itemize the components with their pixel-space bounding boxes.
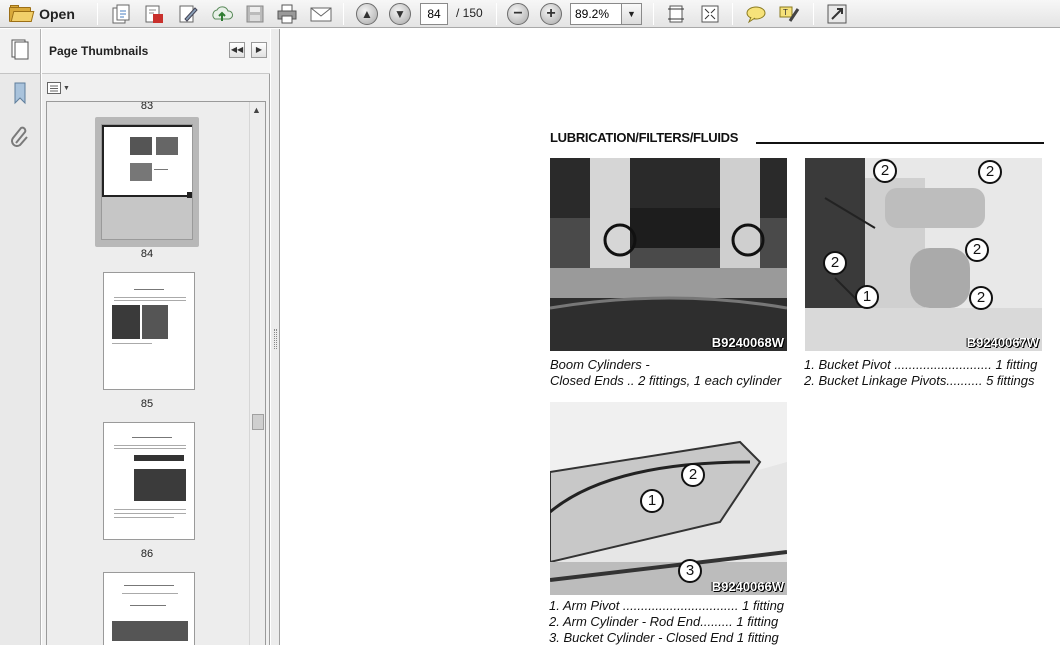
- callout-marker: 1: [640, 489, 664, 513]
- next-page-button[interactable]: ▼: [387, 2, 413, 26]
- figure-code: B9240068W: [711, 335, 784, 350]
- thumbnail-page-number: 85: [140, 398, 154, 410]
- expand-arrows-icon: [701, 5, 719, 23]
- speech-bubble-icon: [746, 6, 766, 24]
- thumbnails-panel: Page Thumbnails ◀◀ ▶ ▼ 83 84 85 86 ▲: [42, 29, 270, 645]
- callout-marker: 2: [681, 463, 705, 487]
- bookmarks-panel-button[interactable]: [9, 81, 31, 105]
- document-view[interactable]: LUBRICATION/FILTERS/FLUIDS B9240068W Boo…: [281, 29, 1060, 645]
- callout-marker: 3: [678, 559, 702, 583]
- folder-icon: [9, 5, 35, 23]
- page-number-input[interactable]: 84: [420, 3, 448, 25]
- print-button[interactable]: [274, 2, 300, 26]
- zoom-out-button[interactable]: −: [505, 2, 531, 26]
- thumbnail-scrollbar[interactable]: ▲: [249, 102, 265, 645]
- envelope-icon: [310, 7, 332, 22]
- grip-handle[interactable]: [274, 329, 277, 349]
- callout-marker: 2: [978, 160, 1002, 184]
- panel-splitter[interactable]: [271, 29, 280, 645]
- attachments-panel-button[interactable]: [9, 125, 31, 149]
- section-heading: LUBRICATION/FILTERS/FLUIDS: [550, 130, 739, 145]
- thumbnail-options-button[interactable]: ▼: [47, 80, 73, 96]
- arrow-down-icon: ▼: [389, 3, 411, 25]
- chevron-down-icon: ▼: [63, 84, 70, 92]
- rail-header: [0, 29, 41, 74]
- thumbnail-page-87[interactable]: [103, 572, 195, 645]
- figure-caption: 1. Bucket Pivot ........................…: [804, 357, 1038, 372]
- figure-caption: Closed Ends .. 2 fittings, 1 each cylind…: [550, 373, 782, 388]
- page-total-label: / 150: [456, 6, 483, 20]
- fit-page-icon: [668, 5, 684, 23]
- edit-pdf-button[interactable]: [175, 2, 201, 26]
- plus-icon: +: [540, 3, 562, 25]
- save-button[interactable]: [243, 2, 267, 26]
- create-pdf-icon: [112, 4, 130, 24]
- save-disk-icon: [246, 5, 264, 23]
- create-pdf-button[interactable]: [108, 2, 134, 26]
- collapse-panel-button[interactable]: ◀◀: [229, 42, 245, 58]
- pages-icon: [11, 39, 29, 60]
- figure-photo-boom-cylinders: B9240068W: [550, 158, 787, 351]
- pages-panel-button[interactable]: [9, 37, 31, 61]
- double-chevron-left-icon: ◀◀: [230, 45, 244, 54]
- open-label: Open: [39, 6, 75, 22]
- chevron-right-icon: ▶: [255, 45, 263, 54]
- printer-icon: [277, 4, 297, 24]
- panel-title: Page Thumbnails: [49, 44, 149, 58]
- figure-caption: 2. Bucket Linkage Pivots.......... 5 fit…: [804, 373, 1035, 388]
- zoom-level-input[interactable]: 89.2%: [570, 3, 622, 25]
- full-screen-button[interactable]: [824, 2, 850, 26]
- thumbnail-page-86[interactable]: [103, 422, 195, 540]
- export-pdf-icon: [145, 5, 163, 23]
- fit-width-button[interactable]: [697, 2, 723, 26]
- figure-code: B9240067W: [966, 335, 1039, 350]
- thumbnail-page-85[interactable]: [103, 272, 195, 390]
- export-pdf-button[interactable]: [141, 2, 167, 26]
- highlighter-icon: T: [779, 6, 800, 22]
- zoom-dropdown-button[interactable]: ▼: [621, 3, 642, 25]
- figure-code: B9240066W: [711, 579, 784, 594]
- cloud-upload-icon: [212, 6, 233, 21]
- bookmark-icon: [14, 82, 26, 105]
- email-button[interactable]: [307, 2, 335, 26]
- expand-icon: [827, 4, 847, 24]
- svg-text:T: T: [783, 8, 788, 17]
- options-list-icon: [47, 82, 61, 94]
- previous-page-button[interactable]: ▲: [354, 2, 380, 26]
- zoom-in-button[interactable]: +: [538, 2, 564, 26]
- panel-menu-button[interactable]: ▶: [251, 42, 267, 58]
- open-button[interactable]: Open: [2, 2, 82, 26]
- thumbnail-page-number: 84: [140, 248, 154, 260]
- figure-caption: 3. Bucket Cylinder - Closed End 1 fittin…: [549, 630, 779, 645]
- fit-page-button[interactable]: [663, 2, 689, 26]
- figure-caption: Boom Cylinders -: [550, 357, 650, 372]
- navigation-rail: [0, 29, 41, 645]
- thumbnail-page-number: 83: [140, 101, 154, 112]
- callout-marker: 2: [823, 251, 847, 275]
- comment-button[interactable]: [743, 2, 769, 26]
- callout-marker: 2: [873, 159, 897, 183]
- thumbnail-page-number: 86: [140, 548, 154, 560]
- minus-icon: −: [507, 3, 529, 25]
- figure-photo-arm-pivots: B9240066W: [550, 402, 787, 595]
- highlight-button[interactable]: T: [776, 2, 802, 26]
- callout-marker: 2: [969, 286, 993, 310]
- thumbnail-page-84[interactable]: [101, 124, 193, 240]
- thumbnail-list: 83 84 85 86 ▲: [46, 101, 266, 645]
- upload-cloud-button[interactable]: [208, 2, 236, 26]
- scroll-up-icon[interactable]: ▲: [252, 105, 261, 115]
- callout-marker: 1: [855, 285, 879, 309]
- figure-caption: 1. Arm Pivot ...........................…: [549, 598, 785, 613]
- paperclip-icon: [11, 126, 28, 147]
- panel-header: Page Thumbnails ◀◀ ▶: [42, 29, 270, 74]
- toolbar: Open ▲ ▼ 84 / 150 − + 89.2% ▼ T: [0, 0, 1060, 28]
- figure-caption: 2. Arm Cylinder - Rod End......... 1 fit…: [549, 614, 779, 629]
- chevron-down-icon: ▼: [627, 9, 636, 19]
- scroll-thumb[interactable]: [252, 414, 264, 430]
- arrow-up-icon: ▲: [356, 3, 378, 25]
- heading-rule: [756, 142, 1044, 144]
- callout-marker: 2: [965, 238, 989, 262]
- edit-document-icon: [179, 5, 198, 23]
